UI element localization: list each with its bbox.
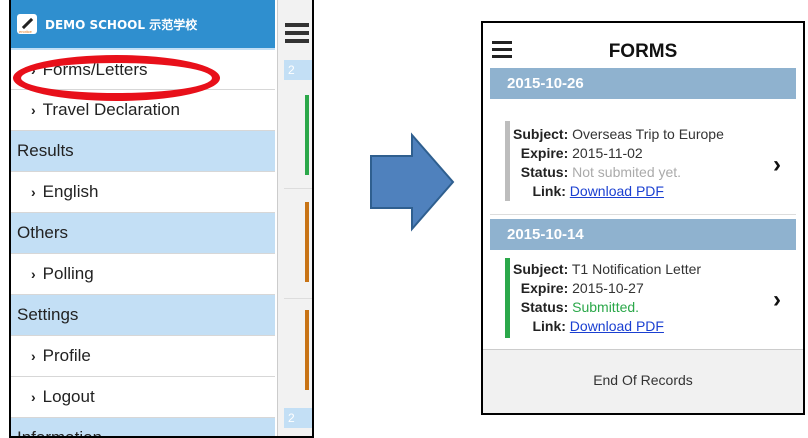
status-label: Status: xyxy=(520,299,569,315)
menu-item-label: Profile xyxy=(42,346,91,365)
chevron-right-icon: › xyxy=(31,389,36,405)
strip-accent-bar xyxy=(305,95,309,175)
subject-label: Subject: xyxy=(513,126,569,142)
chevron-right-icon: › xyxy=(31,266,36,282)
strip-divider xyxy=(284,188,312,189)
status-value: Not submited yet. xyxy=(572,164,682,180)
drawer-header: enotice DEMO SCHOOL 示范学校 xyxy=(11,0,275,48)
strip-accent-bar xyxy=(305,310,309,390)
background-content-strip: 2 2 xyxy=(277,0,312,436)
menu-item-label: Logout xyxy=(42,387,95,406)
screenshot-stage: enotice DEMO SCHOOL 示范学校 › Forms/Letters… xyxy=(0,0,808,438)
subject-value: T1 Notification Letter xyxy=(571,261,702,277)
expire-label: Expire: xyxy=(520,280,569,296)
chevron-right-icon: › xyxy=(31,184,36,200)
menu-item-logout[interactable]: › Logout xyxy=(11,377,275,418)
chevron-right-icon: › xyxy=(31,102,36,118)
card-details: Subject: T1 Notification Letter Expire: … xyxy=(513,260,701,336)
card-status-accent xyxy=(505,121,510,201)
strip-accent-bar xyxy=(305,202,309,282)
school-name: DEMO SCHOOL 示范学校 xyxy=(45,17,198,32)
strip-date-label: 2 xyxy=(284,60,312,80)
download-pdf-link[interactable]: Download PDF xyxy=(570,183,664,199)
status-label: Status: xyxy=(520,164,569,180)
right-arrow-icon xyxy=(370,132,455,232)
menu-item-profile[interactable]: › Profile xyxy=(11,336,275,377)
menu-section-others: Others xyxy=(11,213,275,254)
hamburger-menu-icon[interactable] xyxy=(285,23,309,43)
menu-item-label: Polling xyxy=(42,264,94,283)
app-logo-text: enotice xyxy=(19,29,32,34)
end-of-records: End Of Records xyxy=(483,349,803,413)
menu-item-polling[interactable]: › Polling xyxy=(11,254,275,295)
expire-value: 2015-10-27 xyxy=(572,280,644,296)
menu-section-label: Others xyxy=(17,223,69,242)
right-phone-screen: FORMS 2015-10-26 Subject: Overseas Trip … xyxy=(481,21,805,415)
expire-label: Expire: xyxy=(520,145,569,161)
strip-divider xyxy=(284,298,312,299)
chevron-right-icon[interactable]: › xyxy=(773,286,781,314)
subject-value: Overseas Trip to Europe xyxy=(572,126,724,142)
menu-section-label: Settings xyxy=(17,305,79,324)
strip-date-label: 2 xyxy=(284,408,312,428)
menu-item-label: Travel Declaration xyxy=(42,100,180,119)
menu-section-information: Information xyxy=(11,418,275,438)
chevron-right-icon: › xyxy=(31,348,36,364)
link-label: Link: xyxy=(532,183,566,199)
highlight-ring xyxy=(13,55,220,101)
card-status-accent xyxy=(505,258,510,338)
expire-value: 2015-11-02 xyxy=(572,145,643,161)
card-divider xyxy=(490,214,796,215)
menu-section-label: Information xyxy=(17,428,103,438)
date-header: 2015-10-26 xyxy=(490,68,796,99)
menu-section-settings: Settings xyxy=(11,295,275,336)
form-card[interactable]: Subject: Overseas Trip to Europe Expire:… xyxy=(490,99,796,214)
menu-section-label: Results xyxy=(17,141,74,160)
card-details: Subject: Overseas Trip to Europe Expire:… xyxy=(513,125,724,201)
page-title: FORMS xyxy=(608,41,678,62)
download-pdf-link[interactable]: Download PDF xyxy=(570,318,664,334)
form-card[interactable]: Subject: T1 Notification Letter Expire: … xyxy=(490,250,796,365)
subject-label: Subject: xyxy=(513,261,569,277)
date-header: 2015-10-14 xyxy=(490,219,796,250)
drawer-menu: › Forms/Letters › Travel Declaration Res… xyxy=(11,50,275,438)
menu-section-results: Results xyxy=(11,131,275,172)
menu-item-label: English xyxy=(42,182,99,201)
left-phone-screen: enotice DEMO SCHOOL 示范学校 › Forms/Letters… xyxy=(9,0,314,438)
app-bar: FORMS xyxy=(483,23,803,68)
link-label: Link: xyxy=(532,318,566,334)
menu-item-english[interactable]: › English xyxy=(11,172,275,213)
chevron-right-icon[interactable]: › xyxy=(773,151,781,179)
status-value: Submitted. xyxy=(572,299,640,315)
app-logo-icon: enotice xyxy=(17,14,37,34)
